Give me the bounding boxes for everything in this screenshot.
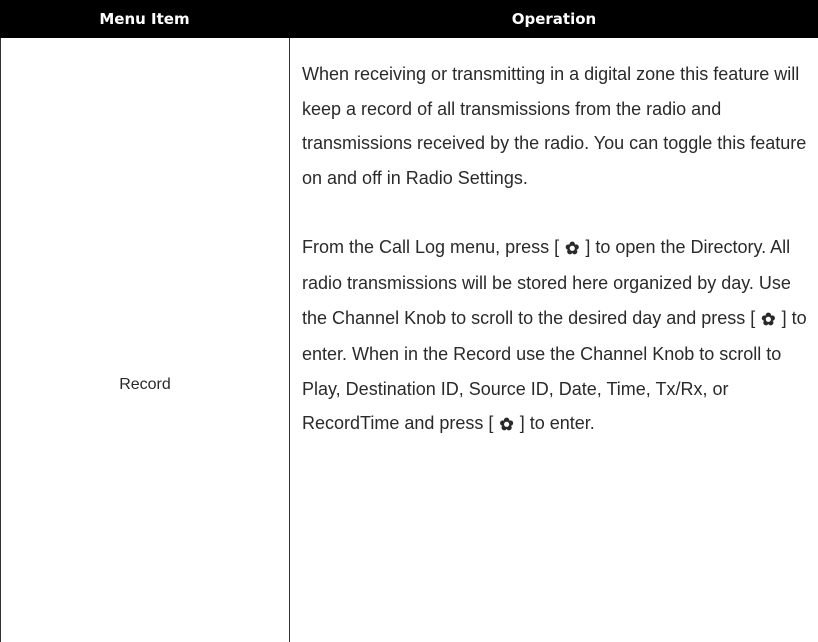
operation-cell: When receiving or transmitting in a digi…	[302, 57, 807, 443]
header-menu-item: Menu Item	[99, 10, 190, 28]
menu-item-label: Record	[119, 376, 171, 393]
gear-icon: ✿	[761, 309, 776, 329]
operation-paragraph-2: From the Call Log menu, press [ ✿ ] to o…	[302, 230, 807, 443]
table-header: Menu Item Operation	[0, 0, 818, 38]
operation-paragraph-1: When receiving or transmitting in a digi…	[302, 64, 807, 188]
header-operation: Operation	[511, 10, 597, 28]
gear-icon: ✿	[565, 238, 580, 258]
gear-icon: ✿	[499, 415, 514, 434]
p2-text-a: From the Call Log menu, press [	[302, 236, 560, 257]
menu-item-cell: Record	[1, 38, 289, 642]
menu-table: Menu Item Operation Record When receivin…	[0, 0, 818, 642]
column-divider	[289, 38, 290, 642]
p2-text-d: ] to enter.	[519, 413, 595, 433]
